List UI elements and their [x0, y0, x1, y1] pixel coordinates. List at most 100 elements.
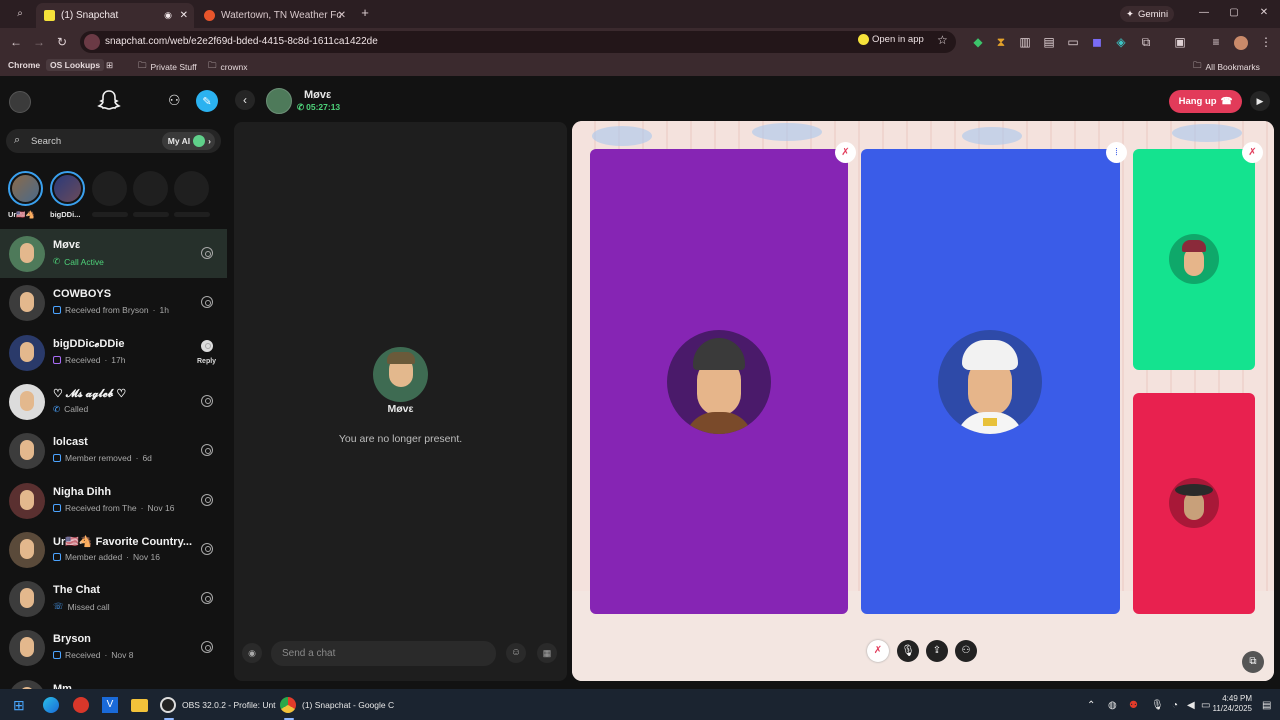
picture-in-picture-button[interactable]: ⧉ — [1242, 651, 1264, 673]
conversation-time: Nov 8 — [111, 650, 134, 661]
bookmark-private-stuff[interactable]: 🗀 Private Stuff — [138, 60, 197, 74]
camera-reply-icon[interactable] — [201, 641, 213, 654]
camera-reply-icon[interactable] — [201, 247, 213, 259]
participant-tile[interactable] — [1133, 149, 1255, 370]
microphone-button[interactable]: 🎙︎ — [897, 640, 919, 662]
camera-reply-icon[interactable] — [201, 296, 213, 309]
extension-icon[interactable]: ▥ — [1017, 35, 1033, 49]
extension-icon[interactable]: ◼ — [1089, 35, 1105, 49]
camera-reply-icon[interactable] — [201, 542, 213, 555]
clock[interactable]: 4:49 PM 11/24/2025 — [1204, 694, 1252, 714]
apps-grid-icon[interactable]: ⊞ — [106, 60, 113, 71]
hang-up-button[interactable]: Hang up ☎ — [1169, 90, 1242, 113]
bookmark-os-lookups[interactable]: OS Lookups — [46, 59, 105, 71]
taskbar-chrome[interactable]: (1) Snapchat - Google C — [280, 695, 395, 715]
gemini-button[interactable]: ✦ Gemini — [1120, 6, 1175, 22]
conversation-row[interactable]: Ur🇺🇸🐴 Favorite Country... Member added · No… — [0, 525, 227, 574]
camera-icon[interactable]: ◉ — [242, 643, 262, 663]
forward-icon[interactable]: → — [31, 35, 47, 49]
conversation-status: Received · Nov 8 — [53, 650, 134, 660]
open-in-app-button[interactable]: Open in app — [858, 34, 924, 45]
participant-tile[interactable] — [1133, 393, 1255, 614]
discord-icon[interactable]: ◍ — [1108, 695, 1117, 715]
omnibox[interactable]: snapchat.com/web/e2e2f69d-bded-4415-8c8d… — [80, 31, 956, 53]
camera-reply-icon[interactable] — [201, 394, 213, 407]
app-icon[interactable]: V — [102, 695, 118, 715]
all-bookmarks[interactable]: 🗀 All Bookmarks — [1193, 60, 1260, 74]
reply-label[interactable]: Reply — [197, 358, 216, 365]
phone-icon: ✆ — [53, 256, 61, 266]
reload-icon[interactable]: ↻ — [54, 35, 70, 49]
back-icon[interactable]: ← — [8, 35, 24, 49]
close-window-icon[interactable]: ✕ — [1256, 6, 1272, 20]
conversation-status: Received from Bryson · 1h — [53, 305, 169, 315]
bookmark-chrome[interactable]: Chrome — [8, 60, 40, 70]
participant-tile[interactable] — [590, 149, 848, 614]
conversation-row[interactable]: Mm... — [0, 673, 227, 689]
extension-icon[interactable]: ▭ — [1065, 35, 1081, 49]
camera-reply-icon[interactable] — [201, 444, 213, 457]
conversation-row[interactable]: ♡︎ 𝓜𝓼 𝓪𝓰𝓵𝓮𝓫 ♡︎ ✆ Called — [0, 377, 227, 426]
header-name: Møvε — [304, 89, 332, 101]
profile-avatar[interactable] — [1234, 36, 1248, 50]
conversation-row[interactable]: COWBOYS Received from Bryson · 1h — [0, 278, 227, 327]
emoji-icon[interactable]: ☺ — [506, 643, 526, 663]
tab-weather[interactable]: Watertown, TN Weather Forecast ✕ — [196, 3, 352, 28]
extension-icon[interactable]: ◆ — [970, 35, 986, 49]
camera-reply-icon[interactable] — [201, 592, 213, 605]
site-info-icon[interactable] — [84, 34, 100, 50]
edge-icon[interactable] — [43, 695, 59, 715]
maximize-icon[interactable]: ▢ — [1226, 6, 1242, 20]
tray-app-icon[interactable]: ⚉ — [1129, 695, 1138, 715]
bookmark-star-icon[interactable]: ☆ — [937, 33, 948, 47]
sidepanel-icon[interactable]: ▣ — [1172, 35, 1188, 49]
extension-icon[interactable]: ▤ — [1041, 35, 1057, 49]
minimize-icon[interactable]: — — [1196, 6, 1212, 20]
media-icon[interactable]: ≡ — [1208, 35, 1224, 49]
sticker-icon[interactable]: ▦ — [537, 643, 557, 663]
conversation-name: Ur🇺🇸🐴 Favorite Country... — [53, 535, 193, 548]
app-icon[interactable] — [73, 695, 89, 715]
participant-tile[interactable] — [861, 149, 1120, 614]
conversation-row[interactable]: The Chat ☏ Missed call — [0, 574, 227, 623]
add-participant-button[interactable]: ⚇ — [955, 640, 977, 662]
tray-chevron-icon[interactable]: ⌃ — [1087, 695, 1095, 715]
chat-input[interactable]: Send a chat — [271, 641, 496, 666]
call-timer: ✆ 05:27:13 — [297, 102, 341, 112]
file-explorer-icon[interactable] — [131, 695, 148, 715]
extension-icon[interactable]: ◈ — [1113, 35, 1129, 49]
camera-reply-icon[interactable] — [201, 493, 213, 506]
extensions-puzzle-icon[interactable]: ⧉ — [1138, 35, 1154, 49]
volume-icon[interactable]: ◀ — [1187, 695, 1195, 715]
conversation-avatar — [9, 679, 45, 689]
start-icon[interactable]: ⊞ — [13, 695, 25, 715]
share-screen-button[interactable]: ⇪ — [926, 640, 948, 662]
tab-search-icon[interactable]: ⌕ — [12, 7, 28, 21]
camera-reply-icon[interactable] — [201, 339, 213, 352]
back-button[interactable]: ‹ — [235, 90, 255, 110]
conversation-row[interactable]: Nigha Dihh Received from The · Nov 16 — [0, 476, 227, 525]
conversation-time: 6d — [142, 453, 152, 464]
notifications-icon[interactable]: ▤ — [1262, 695, 1271, 715]
tab-snapchat[interactable]: (1) Snapchat ◉ ✕ — [36, 3, 194, 28]
tab-close-icon[interactable]: ✕ — [180, 10, 188, 21]
audio-icon[interactable]: ◉ — [164, 10, 172, 21]
conversation-row[interactable]: bigDDic𝓮DDie Received · 17h Reply — [0, 328, 227, 377]
new-tab-icon[interactable]: + — [357, 6, 373, 20]
tab-close-icon[interactable]: ✕ — [338, 10, 346, 21]
conversation-row[interactable]: Bryson Received · Nov 8 — [0, 623, 227, 672]
conversation-row[interactable]: Møvε ✆ Call Active — [0, 229, 227, 278]
expand-panel-button[interactable]: ▶ — [1250, 91, 1270, 111]
menu-icon[interactable]: ⋮ — [1258, 35, 1274, 49]
taskbar-obs[interactable]: OBS 32.0.2 - Profile: Unt — [160, 695, 276, 715]
wifi-icon[interactable]: ◔ — [1172, 695, 1178, 715]
bookmark-crownx[interactable]: 🗀 crownx — [208, 60, 247, 74]
folder-icon: 🗀 — [1193, 60, 1202, 70]
camera-off-button[interactable]: ✗ — [867, 640, 889, 662]
conversation-row[interactable]: lolcast Member removed · 6d — [0, 426, 227, 475]
extension-icon[interactable]: ⧗ — [993, 35, 1009, 49]
phone-icon: ✆ — [53, 403, 61, 414]
chrome-icon — [280, 697, 296, 713]
conversation-status: ☏ Missed call — [53, 601, 110, 612]
microphone-tray-icon[interactable]: 🎙︎ — [1151, 695, 1164, 715]
